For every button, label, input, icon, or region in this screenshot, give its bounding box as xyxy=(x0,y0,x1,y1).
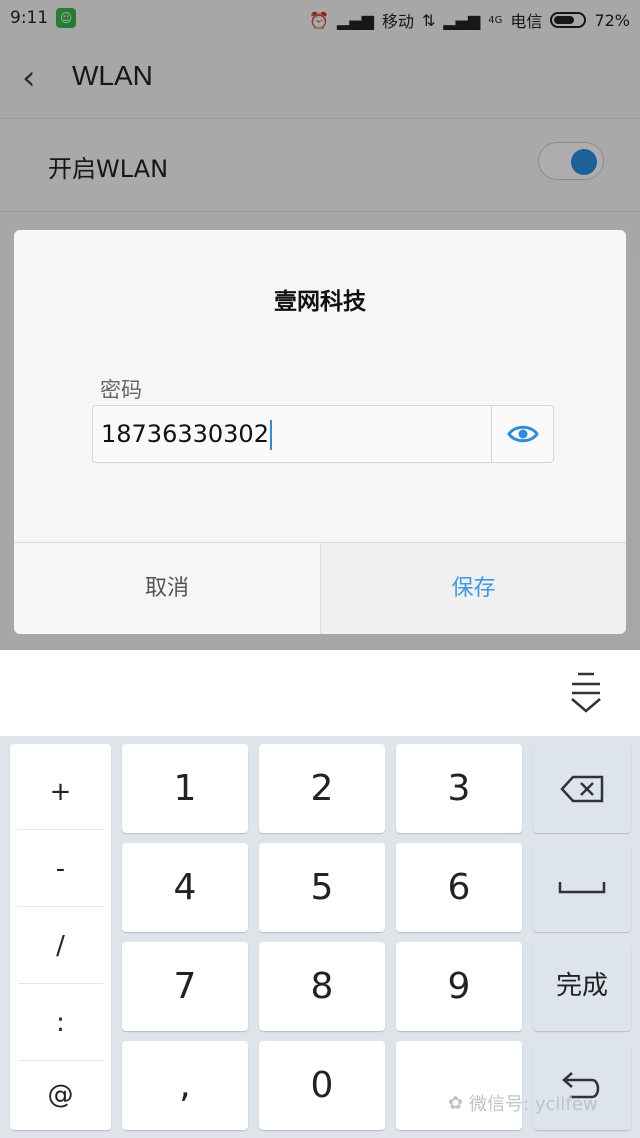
space-key[interactable] xyxy=(533,843,631,932)
key-at[interactable]: @ xyxy=(10,1057,111,1134)
password-input[interactable]: 18736330302 xyxy=(101,420,269,448)
divider xyxy=(18,829,103,830)
key-5[interactable]: 5 xyxy=(259,843,385,932)
symbol-column: + - / : @ xyxy=(10,744,111,1130)
dialog-title: 壹网科技 xyxy=(274,289,366,315)
key-7[interactable]: 7 xyxy=(122,942,248,1031)
divider xyxy=(18,906,103,907)
password-field[interactable]: 18736330302 xyxy=(92,405,554,463)
password-value-wrap[interactable]: 18736330302 xyxy=(101,420,272,450)
key-colon[interactable]: : xyxy=(10,985,111,1062)
key-minus[interactable]: - xyxy=(10,831,111,908)
text-cursor xyxy=(269,420,272,450)
space-icon xyxy=(557,872,607,902)
dialog-button-row: 取消 保存 xyxy=(14,542,626,634)
key-2[interactable]: 2 xyxy=(259,744,385,833)
key-comma[interactable]: , xyxy=(122,1041,248,1130)
wechat-watermark: ✿ 微信号: ycllfew xyxy=(448,1090,598,1116)
key-8[interactable]: 8 xyxy=(259,942,385,1031)
key-1[interactable]: 1 xyxy=(122,744,248,833)
wechat-icon: ✿ xyxy=(448,1092,464,1114)
key-3[interactable]: 3 xyxy=(396,744,522,833)
enter-key[interactable] xyxy=(533,1041,631,1130)
password-label: 密码 xyxy=(100,378,142,402)
save-button[interactable]: 保存 xyxy=(320,543,626,634)
wifi-password-dialog: 壹网科技 密码 18736330302 取消 保存 xyxy=(14,230,626,634)
backspace-key[interactable] xyxy=(533,744,631,833)
field-divider xyxy=(491,406,492,462)
numeric-keyboard: + - / : @ 1 2 3 4 5 6 7 8 9 , 0 完成 xyxy=(0,736,640,1138)
hide-keyboard-icon[interactable] xyxy=(568,670,604,714)
key-plus[interactable]: + xyxy=(10,754,111,831)
key-6[interactable]: 6 xyxy=(396,843,522,932)
key-slash[interactable]: / xyxy=(10,908,111,985)
backspace-icon xyxy=(559,773,605,803)
cancel-button[interactable]: 取消 xyxy=(14,543,320,634)
eye-icon[interactable] xyxy=(507,422,539,446)
keyboard-toolbar xyxy=(0,650,640,736)
key-blank[interactable] xyxy=(396,1041,522,1130)
divider xyxy=(18,983,103,984)
done-key[interactable]: 完成 xyxy=(533,942,631,1031)
key-4[interactable]: 4 xyxy=(122,843,248,932)
watermark-text: 微信号: ycllfew xyxy=(469,1094,598,1115)
key-9[interactable]: 9 xyxy=(396,942,522,1031)
key-0[interactable]: 0 xyxy=(259,1041,385,1130)
